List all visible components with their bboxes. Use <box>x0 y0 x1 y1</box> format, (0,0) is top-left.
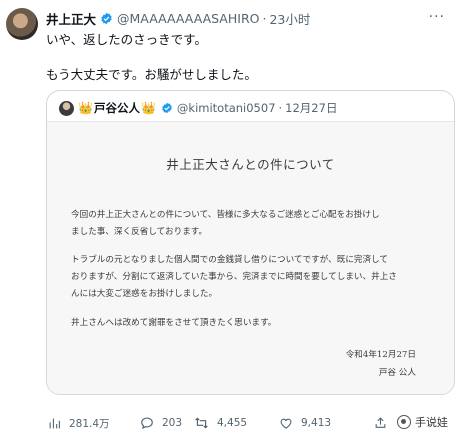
tweet-text-line-1: いや、返したのさっきです。 <box>46 32 207 47</box>
separator-dot: · <box>278 101 283 115</box>
author-handle[interactable]: @MAAAAAAAASAHIRO <box>117 11 259 26</box>
more-options-icon[interactable]: ··· <box>429 9 445 25</box>
quoted-tweet-date: 12月27日 <box>285 101 338 115</box>
author-name[interactable]: 井上正大 <box>46 9 96 28</box>
statement-paragraph-1: 今回の井上正大さんとの件について、皆様に多大なるご迷惑とご心配をお掛けし ました… <box>71 210 380 237</box>
quoted-tweet-card[interactable]: 👑 戸谷公人 👑 @kimitotani0507 · 12月27日 井上正大さん… <box>46 90 455 395</box>
retweet-button[interactable]: 4,455 <box>194 412 247 434</box>
verified-badge-icon <box>162 102 172 114</box>
retweet-icon <box>195 417 208 429</box>
views-icon <box>49 418 60 428</box>
statement-sign-date: 令和4年12月27日 <box>345 350 416 360</box>
views-count: 281.4万 <box>69 417 110 430</box>
watermark-logo-icon <box>397 415 411 429</box>
reply-icon <box>141 417 153 430</box>
reply-button[interactable]: 203 <box>140 412 182 434</box>
verified-badge-icon <box>101 12 112 24</box>
statement-paragraph-3: 井上さんへは改めて謝罪をさせて頂きたく思います。 <box>71 318 277 328</box>
quoted-author-name: 戸谷公人 <box>93 101 140 115</box>
quoted-author-handle: @kimitotani0507 <box>176 101 276 115</box>
statement-title: 井上正大さんとの件について <box>166 157 335 172</box>
tweet-timestamp[interactable]: 23小时 <box>269 9 310 28</box>
quoted-author-avatar <box>59 100 74 116</box>
retweet-count: 4,455 <box>217 417 248 429</box>
crown-icon: 👑 <box>140 101 156 115</box>
statement-paragraph-2: トラブルの元となりました個人間での金銭貸し借りについてですが、既に完済して おり… <box>71 255 397 299</box>
tweet-header: 井上正大 @MAAAAAAAASAHIRO · 23小时 ··· <box>46 9 449 27</box>
reply-count: 203 <box>162 417 183 429</box>
author-avatar[interactable] <box>6 8 38 40</box>
quoted-tweet-header: 👑 戸谷公人 👑 @kimitotani0507 · 12月27日 <box>59 99 337 117</box>
watermark-text: 手说娃 <box>415 416 448 429</box>
watermark: 手说娃 <box>394 413 451 431</box>
views-button[interactable]: 281.4万 <box>48 412 110 434</box>
tweet-text-line-2: もう大丈夫です。お騒がせしました。 <box>46 67 257 82</box>
statement-document-image[interactable]: 井上正大さんとの件について 今回の井上正大さんとの件について、皆様に多大なるご迷… <box>47 121 454 394</box>
crown-icon: 👑 <box>78 101 93 115</box>
statement-sign-name: 戸谷 公人 <box>378 368 416 378</box>
separator-dot: · <box>262 10 267 26</box>
heart-icon <box>280 418 292 429</box>
share-icon <box>375 417 386 428</box>
like-count: 9,413 <box>301 417 332 429</box>
like-button[interactable]: 9,413 <box>279 412 331 434</box>
share-button[interactable] <box>374 412 395 434</box>
